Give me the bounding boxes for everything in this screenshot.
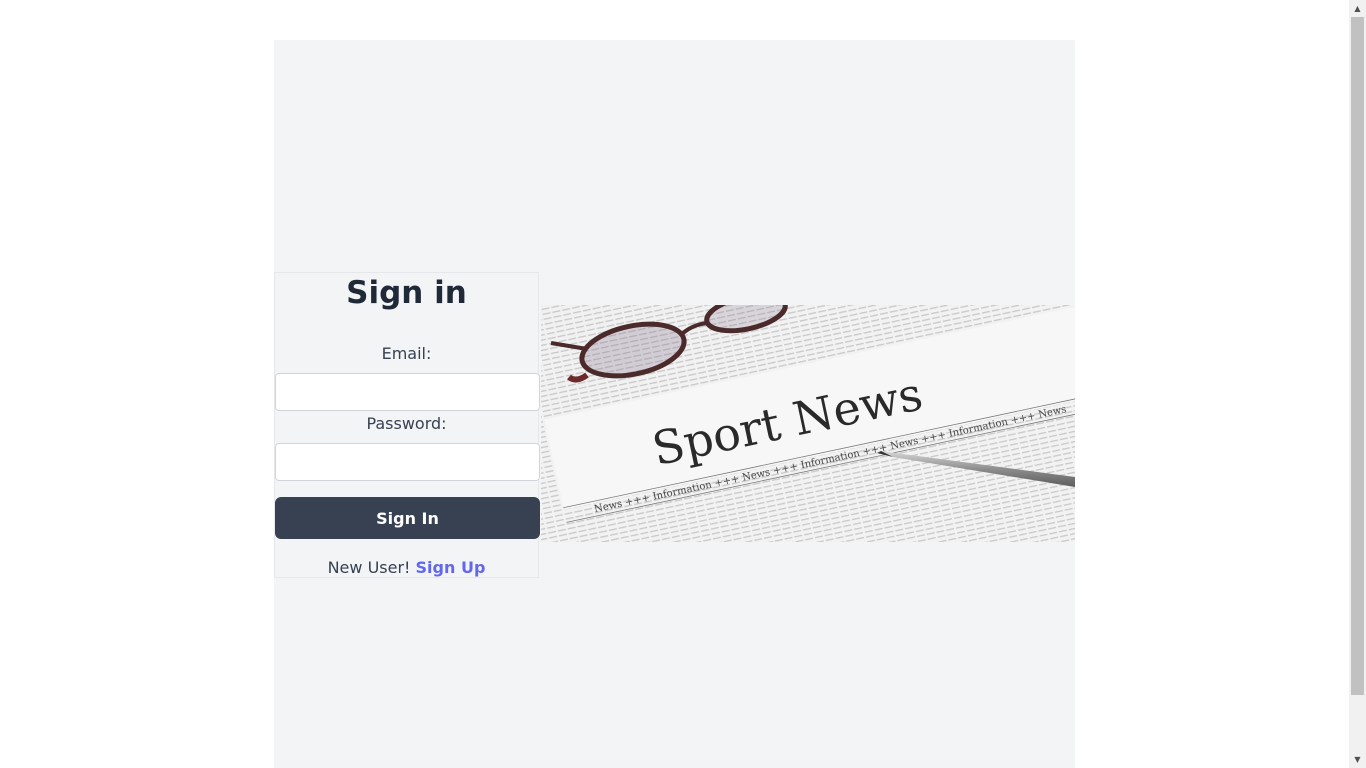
vertical-scrollbar[interactable]: ▲ ▼	[1349, 0, 1366, 768]
email-label: Email:	[381, 344, 432, 363]
sport-news-banner-image: Sport News News +++ Information +++ News…	[541, 305, 1075, 542]
scrollbar-thumb[interactable]	[1351, 17, 1364, 695]
sign-in-form: Sign in Email: Password: Sign In New Use…	[274, 272, 540, 578]
scroll-up-icon[interactable]: ▲	[1349, 0, 1366, 17]
scroll-down-icon[interactable]: ▼	[1349, 751, 1366, 768]
sign-up-link[interactable]: Sign Up	[416, 558, 486, 577]
new-user-row: New User! Sign Up	[275, 558, 538, 578]
page: Sign in Email: Password: Sign In New Use…	[0, 0, 1366, 768]
email-field[interactable]	[275, 373, 540, 411]
new-user-text: New User!	[327, 558, 416, 577]
main-container: Sign in Email: Password: Sign In New Use…	[274, 40, 1075, 768]
sign-in-button[interactable]: Sign In	[275, 497, 540, 539]
password-label: Password:	[366, 414, 447, 433]
password-field[interactable]	[275, 443, 540, 481]
page-title: Sign in	[346, 275, 467, 311]
